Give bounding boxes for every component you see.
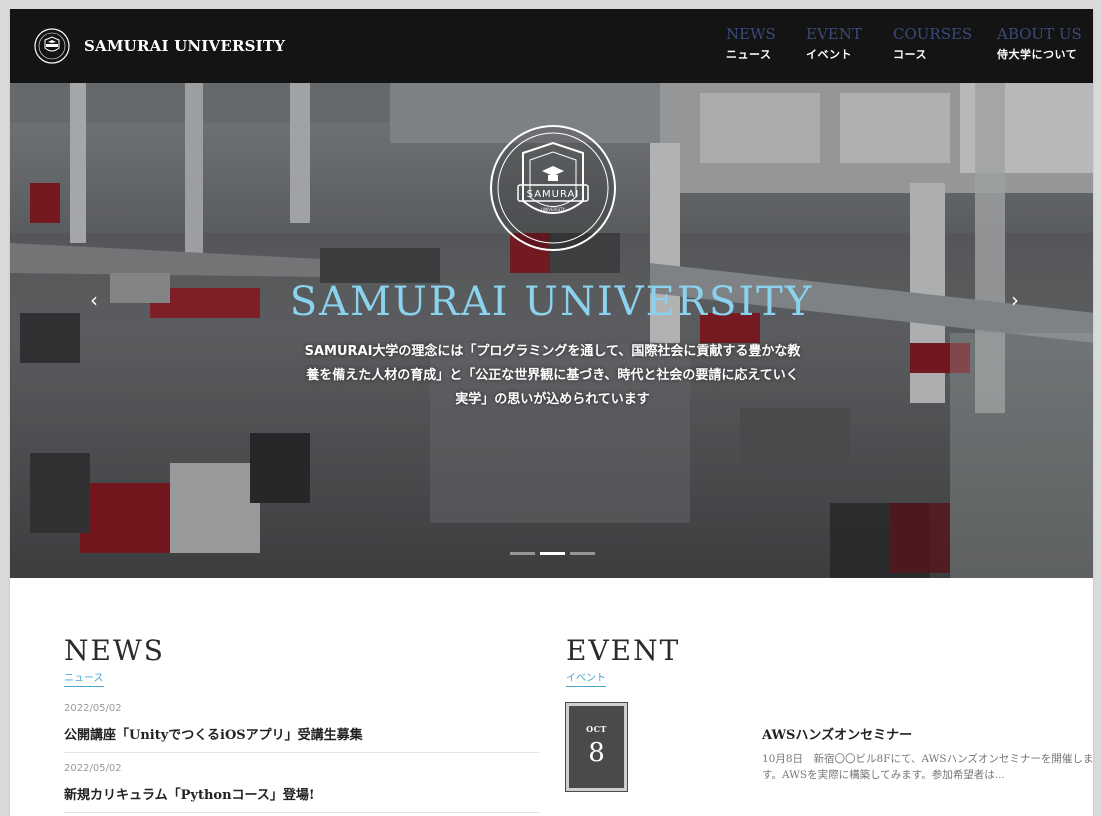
event-section: EVENT イベント OCT 8 AWSハンズオンセミナー 10月8日 新宿〇〇… (565, 634, 1093, 792)
page: SAMURAI UNIVERSITY NEWS ニュース EVENT イベント … (9, 9, 1094, 816)
nav-item-courses[interactable]: COURSES コース (893, 25, 997, 62)
brand-link[interactable]: SAMURAI UNIVERSITY (34, 28, 285, 64)
hero-title: SAMURAI UNIVERSITY (289, 279, 814, 325)
carousel-indicator[interactable] (510, 552, 535, 555)
carousel-indicator-active[interactable] (540, 552, 565, 555)
brand-name: SAMURAI UNIVERSITY (84, 37, 286, 55)
nav-item-about[interactable]: ABOUT US 侍大学について (997, 25, 1093, 62)
nav-item-event-label: EVENT (806, 25, 862, 43)
nav-item-event[interactable]: EVENT イベント (806, 25, 893, 62)
news-section: NEWS ニュース 2022/05/02 公開講座「UnityでつくるiOSアプ… (64, 636, 539, 816)
news-title: 新規カリキュラム「Pythonコース」登場! (64, 788, 315, 803)
nav-item-news-label: NEWS (726, 25, 776, 43)
news-title: 公開講座「UnityでつくるiOSアプリ」受講生募集 (64, 728, 363, 743)
event-section-subtitle: イベント (566, 669, 606, 687)
emblem-small-text: UNIVERSITY (541, 207, 565, 212)
news-item[interactable]: 2022/05/02 新規カリキュラム「Pythonコース」登場! (64, 763, 539, 813)
event-body: AWSハンズオンセミナー 10月8日 新宿〇〇ビル8Fにて、AWSハンズオンセミ… (762, 724, 1094, 783)
emblem-text: SAMURAI (527, 189, 580, 200)
event-month: OCT (586, 724, 607, 734)
news-date: 2022/05/02 (64, 703, 122, 714)
carousel-prev-button[interactable]: ‹ (82, 288, 106, 312)
nav-item-about-sublabel: 侍大学について (997, 48, 1078, 61)
university-emblem-icon: SAMURAI UNIVERSITY (490, 125, 616, 251)
news-item[interactable]: 2022/05/02 公開講座「UnityでつくるiOSアプリ」受講生募集 (64, 703, 539, 753)
news-section-subtitle: ニュース (64, 669, 104, 687)
carousel-next-button[interactable]: › (1003, 288, 1027, 312)
carousel-indicator[interactable] (570, 552, 595, 555)
university-logo-icon (34, 28, 70, 64)
event-title[interactable]: AWSハンズオンセミナー (762, 724, 1093, 743)
navbar: SAMURAI UNIVERSITY NEWS ニュース EVENT イベント … (10, 9, 1093, 83)
event-description: 10月8日 新宿〇〇ビル8Fにて、AWSハンズオンセミナーを開催します。AWSを… (762, 753, 1094, 781)
main-nav: NEWS ニュース EVENT イベント COURSES コース ABOUT U… (726, 25, 1093, 62)
news-section-title: NEWS (64, 634, 165, 667)
nav-item-news-sublabel: ニュース (726, 48, 772, 61)
hero-carousel: SAMURAI UNIVERSITY SAMURAI UNIVERSITY SA… (10, 83, 1093, 578)
hero-description: SAMURAI大学の理念には「プログラミングを通して、国際社会に貢献する豊かな教… (304, 344, 801, 407)
carousel-indicators (510, 552, 600, 555)
nav-item-courses-sublabel: コース (893, 48, 927, 61)
event-section-title: EVENT (566, 634, 681, 667)
nav-item-about-label: ABOUT US (997, 25, 1082, 43)
news-date: 2022/05/02 (64, 763, 122, 774)
nav-item-courses-label: COURSES (893, 25, 973, 43)
nav-item-event-sublabel: イベント (806, 48, 852, 61)
news-list: 2022/05/02 公開講座「UnityでつくるiOSアプリ」受講生募集 20… (64, 703, 539, 813)
event-date-badge: OCT 8 (565, 702, 628, 792)
nav-item-news[interactable]: NEWS ニュース (726, 25, 806, 62)
event-day: 8 (588, 738, 605, 768)
